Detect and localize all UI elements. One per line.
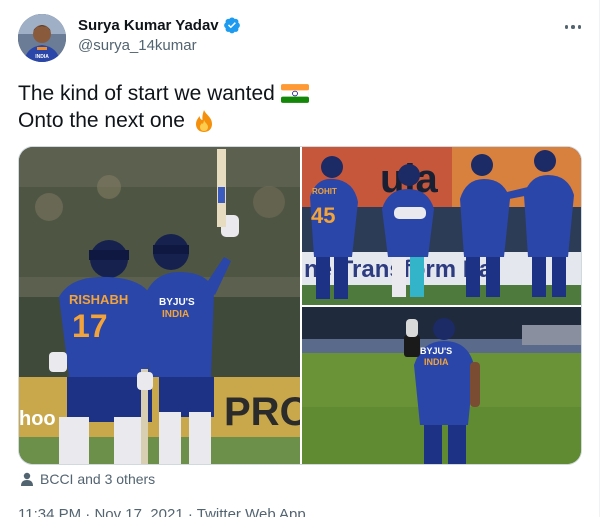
photo1-team: INDIA	[162, 309, 189, 320]
avatar-photo: INDIA	[18, 14, 66, 62]
photo1-board-text: PRO	[224, 390, 300, 434]
more-options-button[interactable]	[561, 18, 585, 36]
photo3-team: INDIA	[424, 357, 449, 367]
indian-flag-icon	[280, 84, 309, 103]
photo2-jersey-number: 45	[311, 203, 335, 228]
author-name[interactable]: Surya Kumar Yadav	[78, 17, 219, 34]
avatar[interactable]: INDIA	[18, 14, 66, 62]
svg-text:INDIA: INDIA	[35, 54, 49, 60]
tweet-card: INDIA Surya Kumar Yadav @surya_14kumar T…	[0, 0, 600, 517]
person-icon	[21, 472, 33, 486]
tweet-meta: 11:34 PM · Nov 17, 2021 · Twitter Web Ap…	[18, 506, 306, 517]
tweet-source[interactable]: Twitter Web App	[197, 506, 306, 517]
tweet-line-1-text: The kind of start we wanted	[18, 82, 275, 105]
media-grid: PRO hoo RISHABH 17 BYJU'S INDIA	[18, 146, 582, 465]
author-handle[interactable]: @surya_14kumar	[78, 37, 241, 54]
meta-separator: ·	[85, 506, 91, 517]
tweet-time[interactable]: 11:34 PM	[18, 506, 81, 517]
more-dot-icon	[564, 25, 569, 29]
author-block: Surya Kumar Yadav @surya_14kumar	[78, 16, 241, 54]
verified-badge-icon	[223, 17, 240, 34]
meta-separator: ·	[187, 506, 193, 517]
tweet-text: The kind of start we wanted Onto the nex…	[18, 80, 309, 134]
fire-icon	[195, 109, 212, 132]
photo-batters-celebrating[interactable]: PRO hoo RISHABH 17 BYJU'S INDIA	[19, 147, 300, 464]
photo1-board-left: hoo	[19, 408, 56, 430]
photo3-sponsor: BYJU'S	[420, 346, 452, 356]
photo1-jersey-number: 17	[72, 308, 108, 344]
more-dot-icon	[571, 25, 575, 29]
photo-team-celebration[interactable]: uja ne Transform Pa ROHIT 45	[302, 147, 581, 305]
photo1-jersey-name: RISHABH	[69, 292, 128, 307]
tagged-users-label: BCCI and 3 others	[40, 471, 156, 487]
tweet-line-1: The kind of start we wanted	[18, 80, 309, 107]
tweet-line-2: Onto the next one	[18, 107, 309, 134]
photo1-sponsor: BYJU'S	[159, 297, 195, 308]
more-dot-icon	[577, 25, 582, 29]
tweet-line-2-text: Onto the next one	[18, 109, 185, 132]
name-row: Surya Kumar Yadav	[78, 16, 241, 34]
tagged-users[interactable]: BCCI and 3 others	[20, 471, 155, 487]
tweet-date[interactable]: Nov 17, 2021	[94, 506, 183, 517]
photo-player-with-trophy[interactable]: BYJU'S INDIA	[302, 307, 581, 464]
photo2-jersey-name: ROHIT	[312, 187, 337, 196]
